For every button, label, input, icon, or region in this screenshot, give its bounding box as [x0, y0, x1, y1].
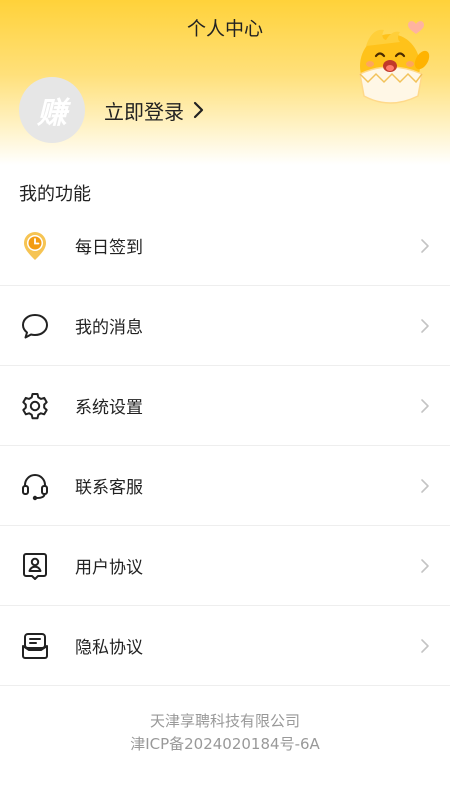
menu-item-support[interactable]: 联系客服	[0, 446, 450, 526]
company-name: 天津享聘科技有限公司	[149, 712, 300, 730]
message-bubble-icon	[19, 310, 51, 342]
menu-item-checkin[interactable]: 每日签到	[0, 206, 450, 286]
menu-item-privacy-agreement[interactable]: 隐私协议	[0, 606, 450, 686]
chevron-right-icon	[420, 478, 430, 494]
privacy-agreement-icon	[19, 630, 51, 662]
menu-item-label: 隐私协议	[75, 638, 143, 658]
chevron-right-icon	[192, 101, 204, 119]
chevron-right-icon	[420, 398, 430, 414]
section-title: 我的功能	[19, 184, 91, 205]
gear-icon	[19, 390, 51, 422]
avatar[interactable]: 赚	[19, 77, 85, 143]
menu-item-label: 用户协议	[75, 558, 143, 578]
chevron-right-icon	[420, 238, 430, 254]
menu-item-label: 联系客服	[75, 478, 143, 498]
menu-item-label: 每日签到	[75, 238, 143, 258]
login-link[interactable]: 立即登录	[104, 95, 204, 125]
user-agreement-icon	[19, 550, 51, 582]
menu-item-label: 系统设置	[75, 398, 143, 418]
login-label: 立即登录	[104, 99, 184, 124]
menu-item-messages[interactable]: 我的消息	[0, 286, 450, 366]
menu-item-settings[interactable]: 系统设置	[0, 366, 450, 446]
chick-mascot-icon	[352, 16, 438, 108]
menu-item-user-agreement[interactable]: 用户协议	[0, 526, 450, 606]
chevron-right-icon	[420, 638, 430, 654]
headset-icon	[19, 470, 51, 502]
menu-list: 每日签到 我的消息 系统设置 联系客服 用户协议 隐私协议	[0, 206, 450, 686]
checkin-clock-icon	[19, 230, 51, 262]
footer: 天津享聘科技有限公司 津ICP备2024020184号-6A	[0, 710, 450, 756]
chevron-right-icon	[420, 318, 430, 334]
icp-number[interactable]: 津ICP备2024020184号-6A	[0, 733, 450, 756]
chevron-right-icon	[420, 558, 430, 574]
profile-header: 个人中心 赚 立即登录	[0, 0, 450, 165]
menu-item-label: 我的消息	[75, 318, 143, 338]
